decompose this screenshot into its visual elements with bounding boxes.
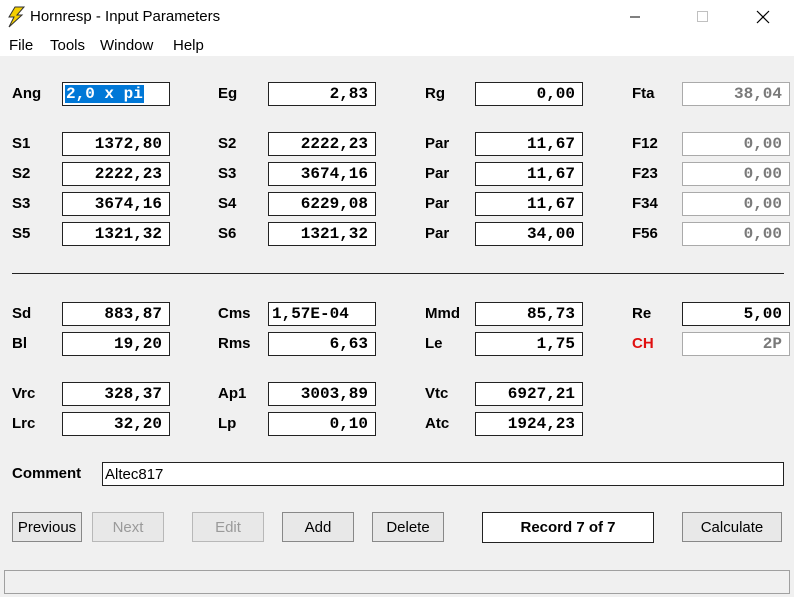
label-ang: Ang — [12, 85, 42, 102]
window-title: Hornresp - Input Parameters — [30, 8, 221, 25]
label-lrc: Lrc — [12, 415, 36, 432]
maximize-button[interactable] — [680, 0, 726, 34]
label-par: Par — [425, 135, 450, 152]
input-lp[interactable]: 0,10 — [268, 412, 376, 436]
input-par[interactable]: 34,00 — [475, 222, 583, 246]
delete-button[interactable]: Delete — [372, 512, 444, 542]
label-f12: F12 — [632, 135, 658, 152]
label-par: Par — [425, 195, 450, 212]
input-eg[interactable]: 2,83 — [268, 82, 376, 106]
input-bl[interactable]: 19,20 — [62, 332, 170, 356]
label-par: Par — [425, 225, 450, 242]
label-s4: S4 — [218, 195, 237, 212]
calculate-button[interactable]: Calculate — [682, 512, 782, 542]
input-s2[interactable]: 2222,23 — [268, 132, 376, 156]
input-f12: 0,00 — [682, 132, 790, 156]
label-atc: Atc — [425, 415, 450, 432]
minimize-icon — [630, 16, 640, 18]
input-s3[interactable]: 3674,16 — [62, 192, 170, 216]
input-s4[interactable]: 6229,08 — [268, 192, 376, 216]
label-re: Re — [632, 305, 652, 322]
label-par: Par — [425, 165, 450, 182]
separator-line — [12, 273, 784, 274]
title-bar: Hornresp - Input Parameters — [0, 0, 794, 34]
input-f23: 0,00 — [682, 162, 790, 186]
label-vtc: Vtc — [425, 385, 449, 402]
input-s6[interactable]: 1321,32 — [268, 222, 376, 246]
input-le[interactable]: 1,75 — [475, 332, 583, 356]
input-f56: 0,00 — [682, 222, 790, 246]
label-s1: S1 — [12, 135, 31, 152]
input-rms[interactable]: 6,63 — [268, 332, 376, 356]
input-ap1[interactable]: 3003,89 — [268, 382, 376, 406]
input-fta: 38,04 — [682, 82, 790, 106]
menu-file[interactable]: File — [9, 37, 33, 54]
input-par[interactable]: 11,67 — [475, 132, 583, 156]
label-sd: Sd — [12, 305, 32, 322]
previous-button[interactable]: Previous — [12, 512, 82, 542]
label-ap1: Ap1 — [218, 385, 247, 402]
close-icon — [756, 10, 770, 24]
minimize-button[interactable] — [612, 0, 658, 34]
maximize-icon — [697, 11, 708, 22]
comment-input[interactable]: Altec817 — [102, 462, 784, 486]
label-cms: Cms — [218, 305, 251, 322]
input-s3[interactable]: 3674,16 — [268, 162, 376, 186]
label-s3: S3 — [218, 165, 237, 182]
input-vrc[interactable]: 328,37 — [62, 382, 170, 406]
input-vtc[interactable]: 6927,21 — [475, 382, 583, 406]
add-button[interactable]: Add — [282, 512, 354, 542]
label-rg: Rg — [425, 85, 445, 102]
label-rms: Rms — [218, 335, 251, 352]
menu-window[interactable]: Window — [100, 37, 153, 54]
label-lp: Lp — [218, 415, 237, 432]
label-s3: S3 — [12, 195, 31, 212]
label-s2: S2 — [12, 165, 31, 182]
label-ch: CH — [632, 335, 654, 352]
selected-text: 2,0 x pi — [65, 85, 144, 103]
input-ch: 2P — [682, 332, 790, 356]
next-button[interactable]: Next — [92, 512, 164, 542]
input-sd[interactable]: 883,87 — [62, 302, 170, 326]
label-bl: Bl — [12, 335, 27, 352]
menu-tools[interactable]: Tools — [50, 37, 85, 54]
record-indicator: Record 7 of 7 — [482, 512, 654, 543]
input-f34: 0,00 — [682, 192, 790, 216]
input-par[interactable]: 11,67 — [475, 162, 583, 186]
label-le: Le — [425, 335, 443, 352]
label-fta: Fta — [632, 85, 655, 102]
input-atc[interactable]: 1924,23 — [475, 412, 583, 436]
close-button[interactable] — [740, 0, 786, 34]
input-mmd[interactable]: 85,73 — [475, 302, 583, 326]
label-f34: F34 — [632, 195, 658, 212]
input-s5[interactable]: 1321,32 — [62, 222, 170, 246]
label-s2: S2 — [218, 135, 237, 152]
menu-help[interactable]: Help — [173, 37, 204, 54]
label-f23: F23 — [632, 165, 658, 182]
lightning-bolt-icon — [8, 6, 26, 28]
comment-label: Comment — [12, 465, 82, 482]
input-s2[interactable]: 2222,23 — [62, 162, 170, 186]
edit-button[interactable]: Edit — [192, 512, 264, 542]
status-bar — [4, 570, 790, 594]
input-re[interactable]: 5,00 — [682, 302, 790, 326]
menu-bar: File Tools Window Help — [0, 34, 794, 56]
label-eg: Eg — [218, 85, 238, 102]
input-rg[interactable]: 0,00 — [475, 82, 583, 106]
input-s1[interactable]: 1372,80 — [62, 132, 170, 156]
input-lrc[interactable]: 32,20 — [62, 412, 170, 436]
input-cms[interactable]: 1,57E-04 — [268, 302, 376, 326]
input-ang[interactable]: 2,0 x pi — [62, 82, 170, 106]
label-mmd: Mmd — [425, 305, 460, 322]
label-s5: S5 — [12, 225, 31, 242]
label-f56: F56 — [632, 225, 658, 242]
input-par[interactable]: 11,67 — [475, 192, 583, 216]
label-s6: S6 — [218, 225, 237, 242]
label-vrc: Vrc — [12, 385, 36, 402]
